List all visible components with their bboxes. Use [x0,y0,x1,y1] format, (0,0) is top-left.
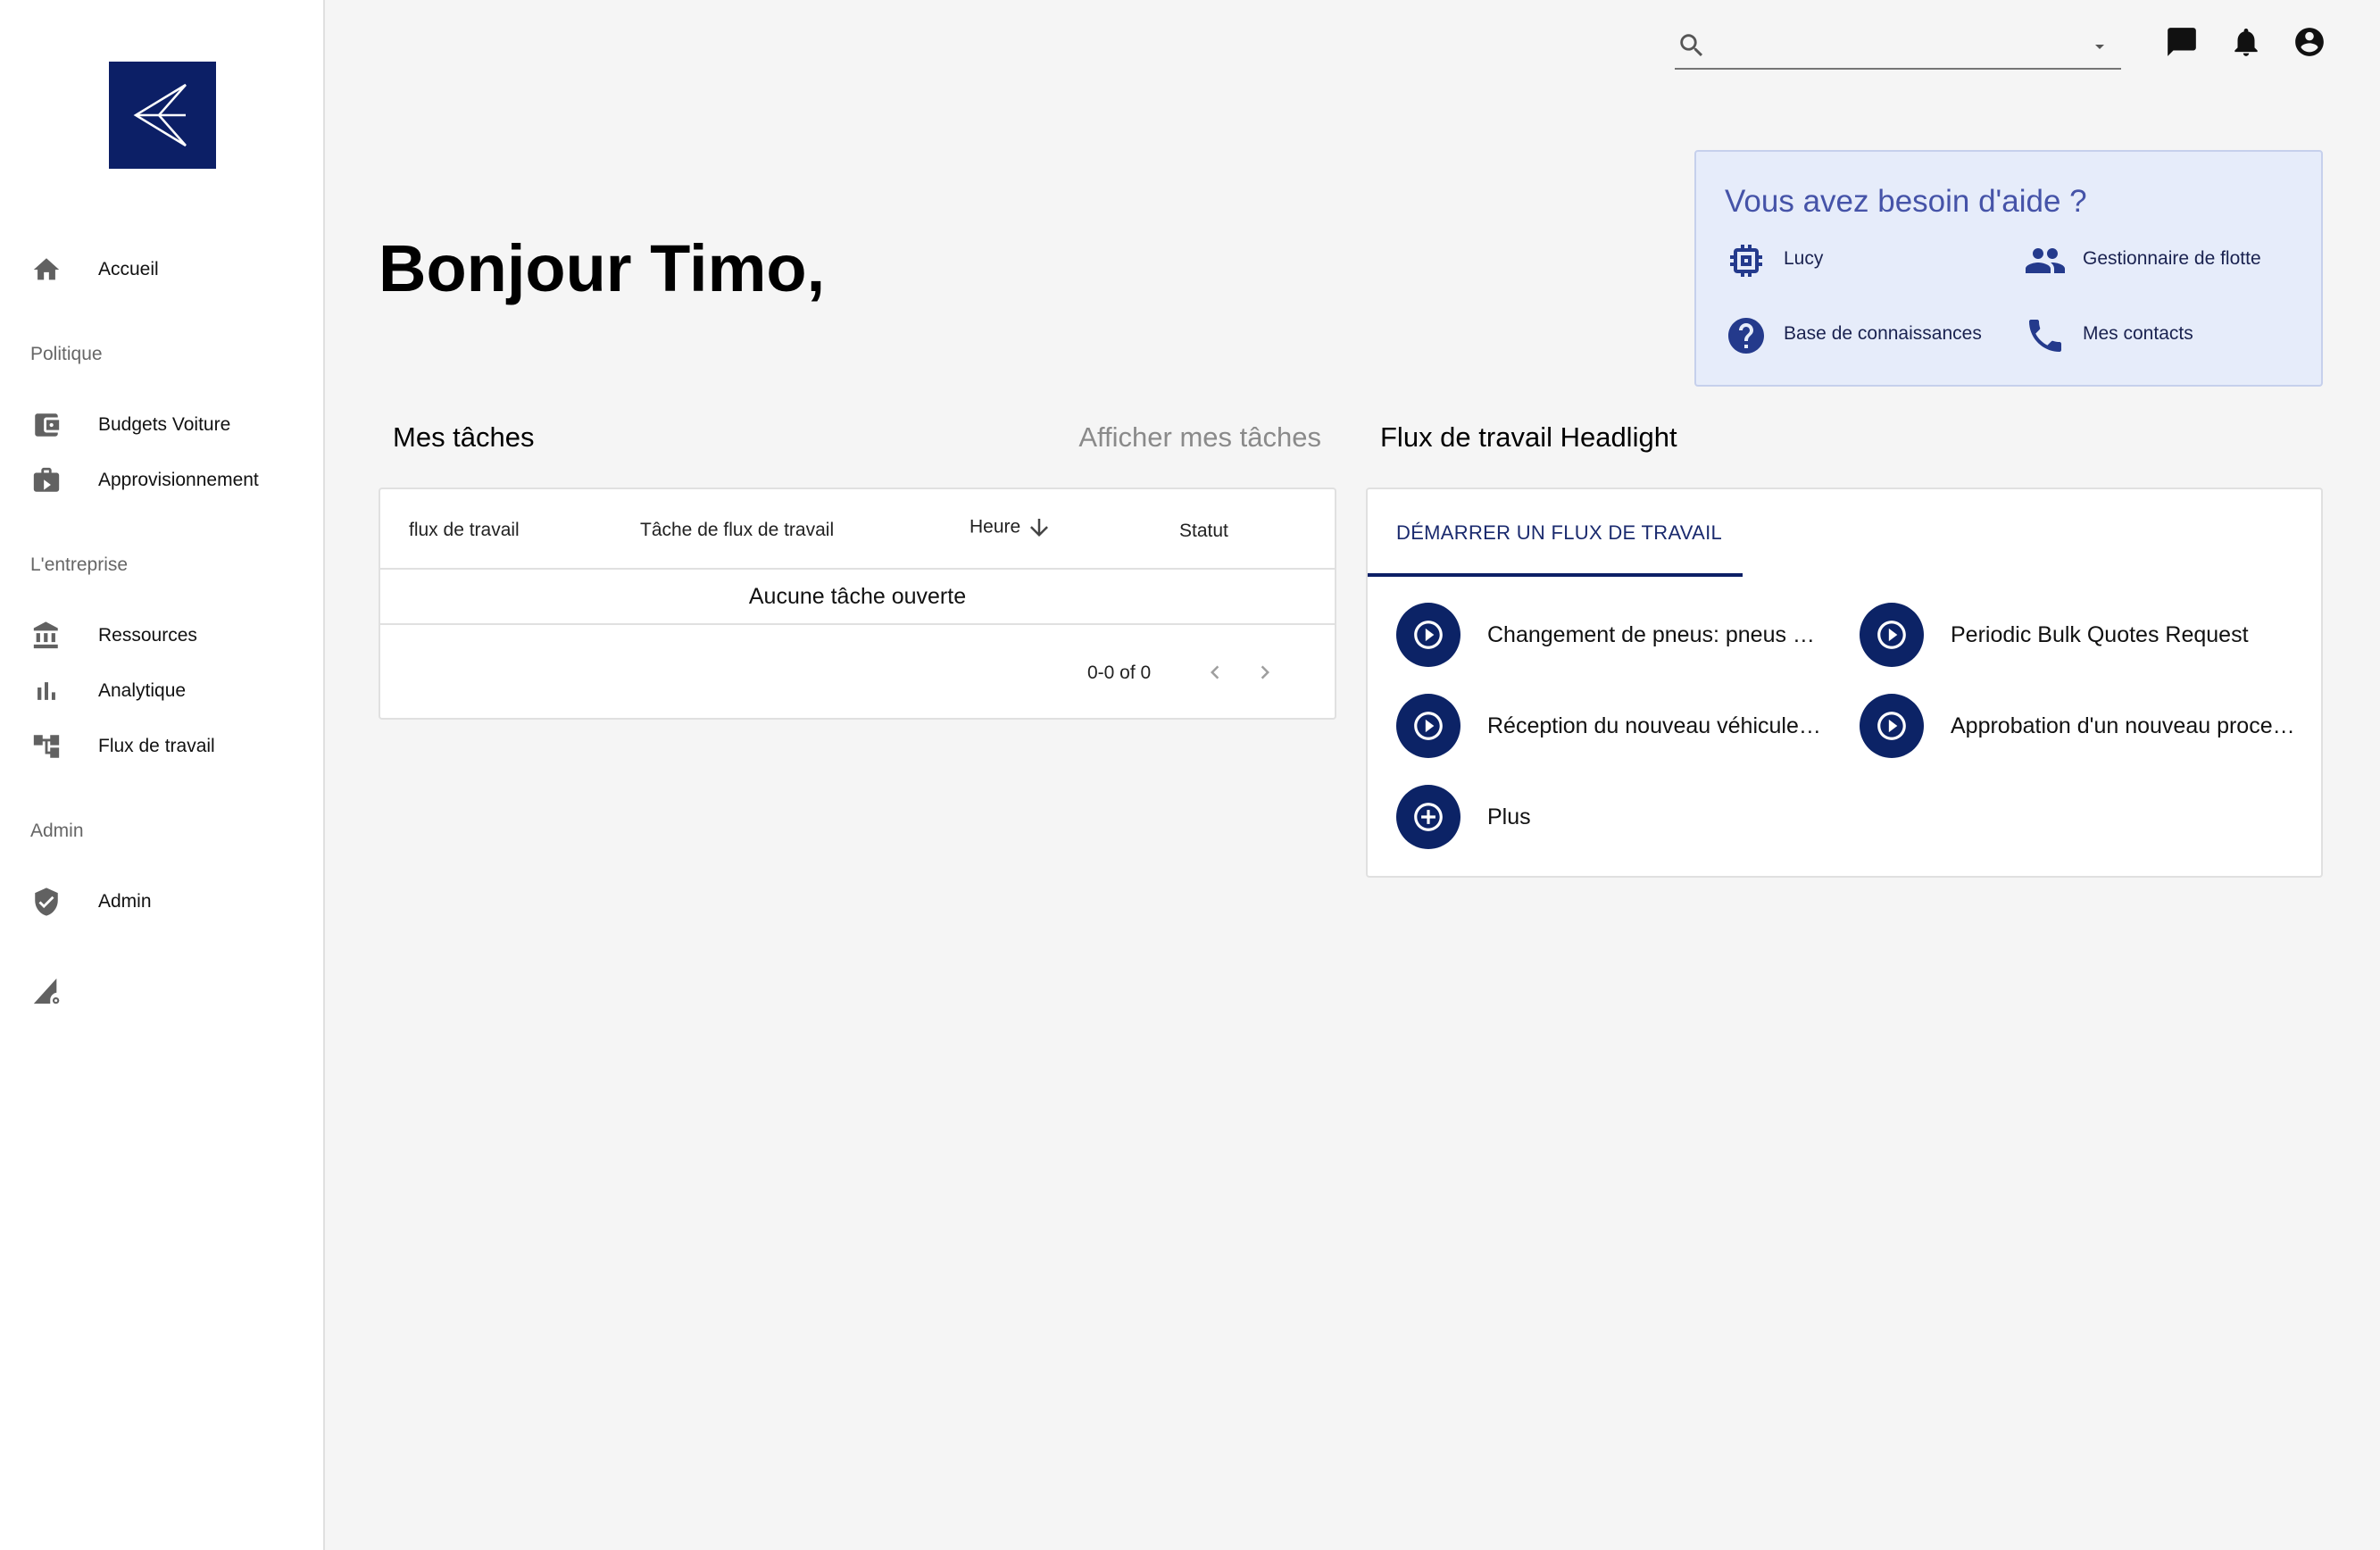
brand-logo[interactable] [109,62,216,169]
empty-state-text: Aucune tâche ouverte [748,584,967,609]
help-item-label: Lucy [1784,248,1824,269]
workflows-panel: DÉMARRER UN FLUX DE TRAVAIL Changement d… [1366,488,2323,878]
workflows-title: Flux de travail Headlight [1380,421,1677,453]
search-input[interactable] [1714,29,2062,61]
play-circle-icon [1860,603,1924,667]
chip-icon [1725,239,1768,282]
sidebar-item-admin[interactable]: Admin [0,879,323,925]
sidebar-item-label: Flux de travail [98,736,215,756]
chevron-left-icon[interactable] [1202,659,1228,686]
play-circle-icon [1396,694,1460,758]
home-icon [30,254,62,286]
sidebar-item-label: Approvisionnement [98,470,259,490]
sidebar-item-label: Accueil [98,259,159,279]
account-icon[interactable] [2293,25,2326,59]
sidebar-section-admin: Admin [30,821,84,841]
tasks-title: Mes tâches [393,421,535,453]
column-header-workflow[interactable]: flux de travail [409,520,520,541]
sidebar-item-label: Admin [98,891,152,912]
sidebar-item-label: Budgets Voiture [98,414,231,435]
sort-down-icon[interactable] [1026,514,1053,541]
sidebar: Accueil Politique Budgets Voiture Approv… [0,0,325,1550]
signal-settings-icon [30,975,62,1007]
plus-circle-icon [1396,785,1460,849]
sidebar-item-ressources[interactable]: Ressources [0,612,323,659]
workflow-icon [30,730,62,762]
wallet-icon [30,409,62,441]
bar-chart-icon [30,675,62,707]
workflow-item[interactable]: Approbation d'un nouveau processus d'ach… [1860,694,2306,758]
help-item-label: Gestionnaire de flotte [2083,248,2261,269]
bell-icon[interactable] [2229,25,2263,59]
workflow-label: Réception du nouveau véhicule de société [1487,713,1827,738]
help-item-label: Base de connaissances [1784,323,1982,344]
play-circle-icon [1860,694,1924,758]
help-panel: Vous avez besoin d'aide ? Lucy Gestionna… [1694,150,2323,387]
tab-start-workflow[interactable]: DÉMARRER UN FLUX DE TRAVAIL [1368,489,1743,577]
help-title: Vous avez besoin d'aide ? [1725,184,2087,219]
column-header-time[interactable]: Heure [969,514,1053,541]
sidebar-item-analytique[interactable]: Analytique [0,668,323,714]
page-title: Bonjour Timo, [379,231,826,305]
logo-icon [133,83,187,147]
search-box[interactable] [1675,21,2121,70]
sidebar-settings[interactable] [0,968,323,1014]
more-workflows-button[interactable]: Plus [1396,785,1664,849]
dropdown-arrow-icon[interactable] [2089,36,2110,57]
column-header-label: Heure [969,516,1021,538]
help-circle-icon [1725,314,1768,357]
tab-label: DÉMARRER UN FLUX DE TRAVAIL [1396,521,1723,544]
show-tasks-link[interactable]: Afficher mes tâches [1078,421,1321,454]
tasks-table: flux de travail Tâche de flux de travail… [379,488,1336,720]
workflow-item[interactable]: Periodic Bulk Quotes Request [1860,603,2306,667]
divider [380,568,1335,570]
column-header-status[interactable]: Statut [1179,521,1228,542]
sidebar-item-budgets-voiture[interactable]: Budgets Voiture [0,402,323,448]
sidebar-item-approvisionnement[interactable]: Approvisionnement [0,457,323,504]
shield-check-icon [30,886,62,918]
workflow-label: Changement de pneus: pneus hiver/été [1487,622,1827,647]
search-icon [1677,30,1707,61]
divider [380,623,1335,625]
sidebar-section-entreprise: L'entreprise [30,554,129,575]
play-circle-icon [1396,603,1460,667]
workflow-label: Approbation d'un nouveau processus d'ach… [1951,713,2299,738]
procurement-icon [30,464,62,496]
sidebar-item-label: Analytique [98,680,187,701]
chevron-right-icon[interactable] [1252,659,1278,686]
phone-icon [2024,314,2067,357]
bank-icon [30,620,62,652]
workflow-label: Plus [1487,804,1531,829]
sidebar-item-accueil[interactable]: Accueil [0,246,323,293]
pagination-text: 0-0 of 0 [1087,662,1152,683]
chat-icon[interactable] [2165,25,2199,59]
people-icon [2024,239,2067,282]
workflow-item[interactable]: Changement de pneus: pneus hiver/été [1396,603,1834,667]
sidebar-section-politique: Politique [30,344,103,364]
sidebar-item-label: Ressources [98,625,197,646]
help-item-label: Mes contacts [2083,323,2193,344]
workflow-label: Periodic Bulk Quotes Request [1951,622,2249,647]
column-header-workflow-task[interactable]: Tâche de flux de travail [640,520,834,541]
workflow-item[interactable]: Réception du nouveau véhicule de société [1396,694,1834,758]
sidebar-item-flux-de-travail[interactable]: Flux de travail [0,723,323,770]
tab-indicator [1368,573,1743,577]
